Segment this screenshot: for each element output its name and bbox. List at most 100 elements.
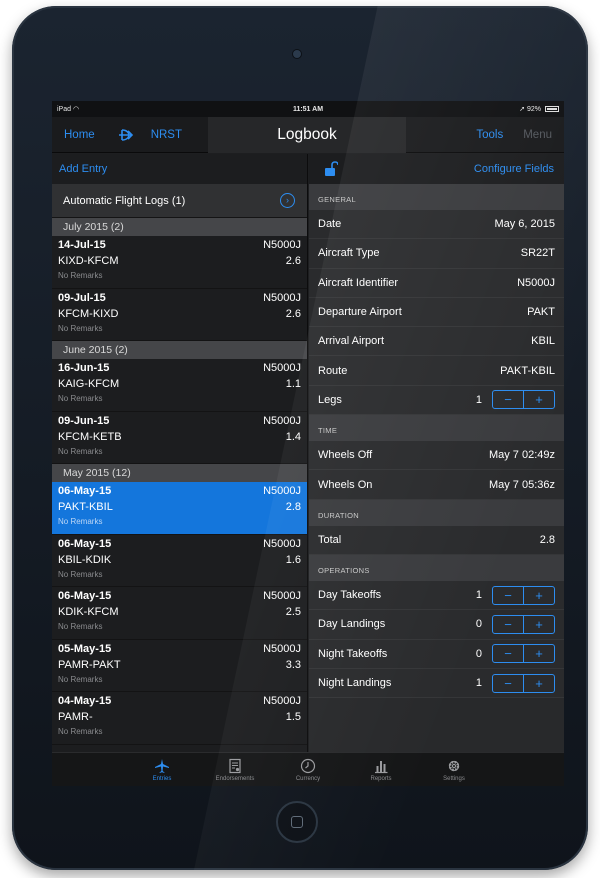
stepper: − +	[492, 614, 555, 634]
entry-tail: N5000J	[263, 239, 301, 251]
entry-route: KFCM-KETB	[58, 430, 122, 443]
entry-remarks: No Remarks	[58, 727, 103, 736]
stepper-wrap: 0− +	[476, 644, 555, 664]
entry-hours: 3.3	[285, 658, 301, 671]
status-bar: iPad ◠ 11:51 AM ➚ 92%	[52, 101, 564, 117]
field-departure-airport[interactable]: Departure Airport PAKT	[309, 297, 564, 328]
decrement-button[interactable]: −	[493, 674, 524, 692]
field-arrival-airport[interactable]: Arrival Airport KBIL	[309, 327, 564, 357]
entry-date: 05-May-15	[58, 642, 112, 655]
home-button[interactable]: Home	[64, 129, 95, 141]
bar-chart-icon	[375, 760, 388, 773]
field-wheels-off[interactable]: Wheels Off May 7 02:49z	[309, 441, 564, 471]
document-icon	[229, 758, 241, 773]
entry-remarks: No Remarks	[58, 394, 103, 403]
nav-bar: Home NRST Logbook Tools Menu	[52, 117, 564, 153]
add-entry-bar: Add Entry	[52, 154, 307, 184]
logbook-entry[interactable]: 09-Jul-15 N5000J KFCM-KIXD 2.6 No Remarks	[52, 289, 307, 341]
entry-detail[interactable]: Configure Fields GENERAL Date May 6, 2015…	[309, 154, 564, 752]
chevron-right-circle-icon[interactable]: ›	[280, 193, 295, 208]
tab-currency[interactable]: Currency	[272, 753, 345, 786]
tab-reports[interactable]: Reports	[345, 753, 418, 786]
tab-bar: Entries Endorsements Currency Reports Se…	[52, 752, 564, 786]
group-header-general: GENERAL	[309, 184, 564, 210]
entry-date: 06-May-15	[58, 485, 112, 497]
logbook-entry[interactable]: 09-Jun-15 N5000J KFCM-KETB 1.4 No Remarks	[52, 412, 307, 464]
section-header-june: June 2015 (2)	[52, 341, 307, 359]
entry-date: 09-Jun-15	[58, 414, 110, 427]
field-date[interactable]: Date May 6, 2015	[309, 210, 564, 240]
logbook-entry-selected[interactable]: 06-May-15 N5000J PAKT-KBIL 2.8 No Remarks	[52, 482, 307, 535]
unlock-icon[interactable]	[324, 161, 338, 177]
app-screen: iPad ◠ 11:51 AM ➚ 92% Home NRST Logbook …	[52, 101, 564, 786]
decrement-button[interactable]: −	[493, 391, 524, 409]
section-header-july: July 2015 (2)	[52, 218, 307, 236]
entry-date: 14-Jul-15	[58, 239, 106, 251]
field-route[interactable]: Route PAKT-KBIL	[309, 356, 564, 386]
increment-button[interactable]: +	[524, 675, 554, 692]
tab-endorsements[interactable]: Endorsements	[199, 753, 272, 786]
legs-stepper-wrap: 1 − +	[476, 390, 555, 410]
wifi-icon: ◠	[72, 106, 80, 113]
decrement-button[interactable]: −	[493, 586, 524, 604]
entry-hours: 2.6	[285, 255, 301, 267]
tools-button[interactable]: Tools	[476, 129, 503, 141]
battery-percent: 92%	[527, 106, 542, 113]
logbook-entry[interactable]: 06-May-15 N5000J KBIL-KDIK 1.6 No Remarks	[52, 535, 307, 587]
increment-button[interactable]: +	[524, 616, 554, 633]
nrst-button[interactable]: NRST	[151, 129, 182, 141]
entry-route: KFCM-KIXD	[58, 307, 119, 320]
entries-list[interactable]: Add Entry Automatic Flight Logs (1) › Ju…	[52, 154, 308, 752]
nav-left: Home NRST	[52, 128, 210, 142]
logbook-entry[interactable]: 05-May-15 N5000J PAMR-PAKT 3.3 No Remarks	[52, 640, 307, 692]
stepper-wrap: 0− +	[475, 614, 555, 634]
field-aircraft-type[interactable]: Aircraft Type SR22T	[309, 239, 564, 269]
field-aircraft-identifier[interactable]: Aircraft Identifier N5000J	[309, 268, 564, 298]
entry-route: KAIG-KFCM	[58, 378, 120, 390]
configure-fields-button[interactable]: Configure Fields	[474, 163, 554, 175]
logbook-entry[interactable]: 14-Jul-15 N5000J KIXD-KFCM 2.6 No Remarks	[52, 236, 307, 289]
increment-button[interactable]: +	[524, 587, 554, 604]
logbook-entry[interactable]: 16-Jun-15 N5000J KAIG-KFCM 1.1 No Remarks	[52, 359, 307, 412]
increment-button[interactable]: +	[524, 645, 554, 662]
nav-title-box: Logbook	[208, 117, 406, 153]
entry-date: 04-May-15	[58, 695, 112, 707]
entry-date: 06-May-15	[58, 590, 112, 602]
entry-tail: N5000J	[263, 485, 301, 497]
logbook-entry[interactable]: 04-May-15 N5000J PAMR- 1.5 No Remarks	[52, 692, 307, 745]
entry-tail: N5000J	[263, 414, 301, 427]
field-day-takeoffs: Day Takeoffs 1− +	[309, 580, 564, 611]
decrement-button[interactable]: −	[493, 645, 524, 663]
logbook-entry[interactable]: 06-May-15 N5000J KDIK-KFCM 2.5 No Remarks	[52, 587, 307, 640]
status-right: ➚ 92%	[392, 105, 559, 113]
entry-hours: 1.1	[285, 378, 301, 390]
tab-settings[interactable]: Settings	[418, 753, 491, 786]
tab-entries[interactable]: Entries	[126, 753, 199, 786]
battery-icon	[544, 106, 559, 113]
field-wheels-on[interactable]: Wheels On May 7 05:36z	[309, 470, 564, 500]
decrement-button[interactable]: −	[493, 615, 524, 633]
menu-button[interactable]: Menu	[523, 129, 552, 141]
status-device: iPad ◠	[57, 106, 80, 113]
increment-button[interactable]: +	[524, 391, 554, 408]
stepper-count: 0	[475, 618, 482, 631]
location-icon: ➚	[519, 106, 528, 113]
field-night-takeoffs: Night Takeoffs 0− +	[309, 639, 564, 669]
entry-remarks: No Remarks	[58, 517, 103, 526]
automatic-flight-logs-row[interactable]: Automatic Flight Logs (1) ›	[52, 184, 307, 218]
entry-tail: N5000J	[263, 590, 301, 602]
airplane-icon	[155, 758, 169, 773]
entry-route: KDIK-KFCM	[58, 606, 119, 618]
direct-to-icon[interactable]	[117, 128, 137, 142]
entry-route: PAKT-KBIL	[58, 501, 113, 513]
front-camera	[293, 50, 301, 58]
entry-tail: N5000J	[263, 537, 301, 550]
add-entry-button[interactable]: Add Entry	[59, 163, 107, 175]
entry-remarks: No Remarks	[58, 569, 103, 579]
entry-hours: 2.5	[285, 606, 301, 618]
entry-hours: 2.8	[285, 501, 301, 513]
automatic-flight-logs-label: Automatic Flight Logs (1)	[63, 194, 186, 207]
home-hardware-button[interactable]	[276, 801, 318, 843]
field-total[interactable]: Total 2.8	[309, 525, 564, 555]
field-night-landings: Night Landings 1− +	[309, 668, 564, 699]
